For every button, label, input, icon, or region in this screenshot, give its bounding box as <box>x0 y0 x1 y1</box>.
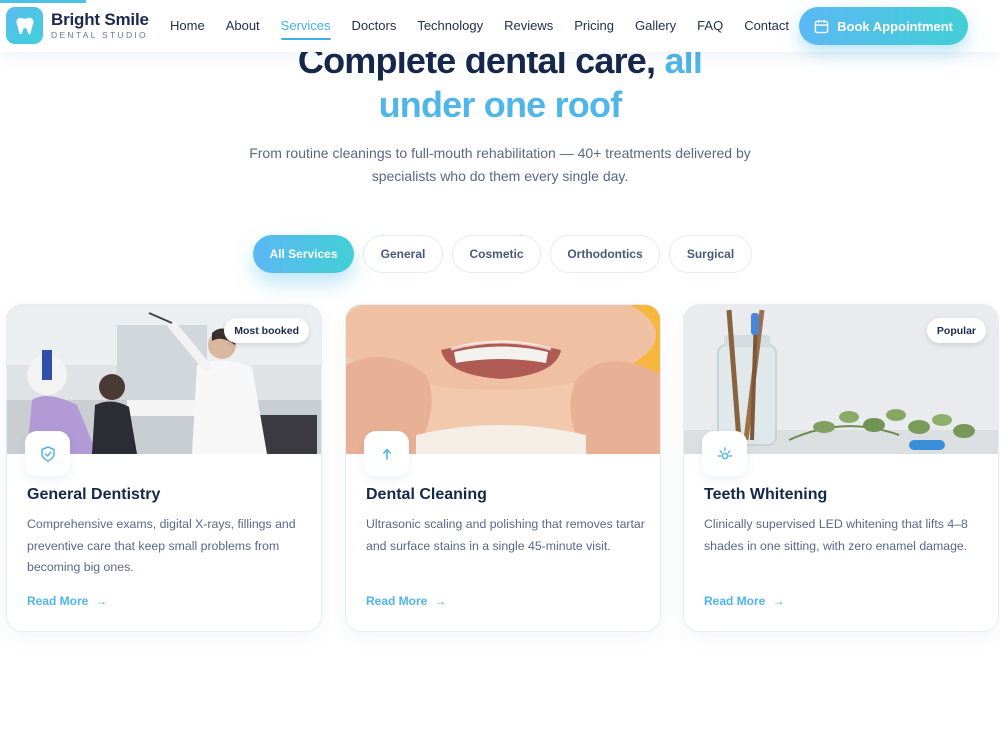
nav-about[interactable]: About <box>226 0 260 52</box>
logo[interactable]: Bright Smile DENTAL STUDIO <box>6 7 149 44</box>
logo-subtitle: DENTAL STUDIO <box>51 30 148 41</box>
calendar-icon <box>814 19 829 33</box>
sun-icon <box>702 431 747 476</box>
card-description: Ultrasonic scaling and polishing that re… <box>366 517 645 553</box>
read-more-label: Read More <box>366 594 428 608</box>
book-appointment-label: Book Appointment <box>837 18 953 34</box>
filter-cosmetic[interactable]: Cosmetic <box>452 235 541 273</box>
book-appointment-button[interactable]: Book Appointment <box>799 7 968 45</box>
nav-doctors[interactable]: Doctors <box>352 0 397 52</box>
badge-most-booked: Most booked <box>224 318 309 343</box>
nav-gallery[interactable]: Gallery <box>635 0 676 52</box>
card-description: Clinically supervised LED whitening that… <box>704 517 968 553</box>
read-more-link[interactable]: Read More → <box>27 594 107 608</box>
card-title: Dental Cleaning <box>366 486 487 503</box>
nav-contact[interactable]: Contact <box>744 0 789 52</box>
service-card-general-dentistry[interactable]: Most booked General Dentistry Comprehens… <box>6 304 322 632</box>
filter-surgical[interactable]: Surgical <box>669 235 752 273</box>
card-description: Comprehensive exams, digital X-rays, fil… <box>27 517 296 574</box>
service-filters: All Services General Cosmetic Orthodonti… <box>253 235 761 273</box>
header-accent-line <box>0 0 86 3</box>
card-title: General Dentistry <box>27 486 161 503</box>
read-more-link[interactable]: Read More → <box>366 594 446 608</box>
nav-home[interactable]: Home <box>170 0 205 52</box>
nav-services[interactable]: Services <box>280 0 331 52</box>
nav-reviews[interactable]: Reviews <box>504 0 553 52</box>
card-title: Teeth Whitening <box>704 486 828 503</box>
service-card-teeth-whitening[interactable]: Popular Teeth Whitening Clinically super… <box>683 304 999 632</box>
nav-faq[interactable]: FAQ <box>697 0 723 52</box>
logo-name: Bright Smile <box>51 10 149 30</box>
hero-subtitle: From routine cleanings to full-mouth reh… <box>249 145 751 184</box>
tooth-icon <box>6 7 43 44</box>
arrow-right-icon: → <box>95 594 108 608</box>
badge-popular: Popular <box>926 318 986 343</box>
filter-orthodontics[interactable]: Orthodontics <box>550 235 660 273</box>
filter-general[interactable]: General <box>363 235 443 273</box>
nav-technology[interactable]: Technology <box>417 0 483 52</box>
nav-pricing[interactable]: Pricing <box>574 0 614 52</box>
filter-all-services[interactable]: All Services <box>253 235 354 273</box>
read-more-label: Read More <box>704 594 766 608</box>
arrow-right-icon: → <box>772 594 785 608</box>
arrow-up-icon <box>364 431 409 476</box>
read-more-link[interactable]: Read More → <box>704 594 784 608</box>
arrow-right-icon: → <box>434 594 447 608</box>
site-header: Bright Smile DENTAL STUDIO Home About Se… <box>0 0 1000 52</box>
hero-title-line-2: under one roof <box>378 84 623 125</box>
service-card-dental-cleaning[interactable]: Dental Cleaning Ultrasonic scaling and p… <box>345 304 661 632</box>
main-nav: Home About Services Doctors Technology R… <box>170 0 810 52</box>
shield-check-icon <box>25 431 70 476</box>
read-more-label: Read More <box>27 594 89 608</box>
